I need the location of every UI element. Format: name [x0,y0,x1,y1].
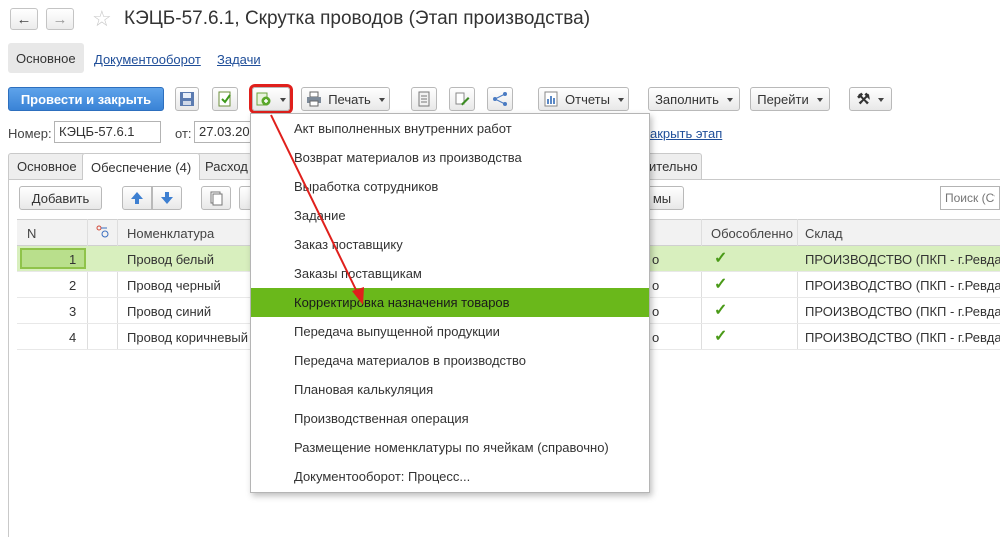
post-and-close-button[interactable]: Провести и закрыть [8,87,164,111]
edit-button[interactable] [449,87,475,111]
menu-item-products-transfer[interactable]: Передача выпущенной продукции [251,317,649,346]
create-based-on-button[interactable] [252,87,290,111]
hierarchy-icon [493,92,507,106]
row-nomenclature: Провод коричневый [127,330,248,345]
post-document-icon [218,91,231,107]
section-docflow[interactable]: Документооборот [94,52,201,67]
print-button[interactable]: Печать [301,87,390,111]
row-nomenclature: Провод черный [127,278,221,293]
checkmark-icon: ✓ [714,276,728,293]
row-number: 4 [69,330,77,345]
menu-item-internal-works-act[interactable]: Акт выполненных внутренних работ [251,114,649,143]
menu-item-production-operation[interactable]: Производственная операция [251,404,649,433]
goto-button[interactable]: Перейти [750,87,830,111]
row-nomenclature: Провод синий [127,304,212,319]
row-number: 3 [69,304,77,319]
menu-item-docflow-process[interactable]: Документооборот: Процесс... [251,462,649,491]
fill-label: Заполнить [655,91,719,107]
save-button[interactable] [175,87,199,111]
arrow-up-icon [131,192,143,204]
checkmark-icon: ✓ [714,302,728,319]
close-stage-link[interactable]: акрыть этап [650,126,722,141]
structure-button[interactable] [411,87,437,111]
copy-button[interactable] [201,186,231,210]
move-down-button[interactable] [152,186,182,210]
tab-main[interactable]: Основное [8,153,86,179]
row-mid: о [652,252,660,267]
fill-button[interactable]: Заполнить [648,87,740,111]
arrow-left-icon: ← [16,10,32,28]
save-icon [180,92,194,106]
menu-item-task[interactable]: Задание [251,201,649,230]
document-list-icon [418,91,430,107]
row-warehouse: ПРОИЗВОДСТВО (ПКП - г.Ревда- [805,278,1000,293]
arrow-right-icon: → [52,10,68,28]
number-label: Номер: [8,126,52,141]
window-title: КЭЦБ-57.6.1, Скрутка проводов (Этап прои… [124,8,591,29]
checkmark-icon: ✓ [714,250,728,267]
menu-item-cell-placement[interactable]: Размещение номенклатуры по ячейкам (спра… [251,433,649,462]
row-number: 2 [69,278,77,293]
date-label: от: [175,126,192,141]
menu-item-planned-costing[interactable]: Плановая калькуляция [251,375,649,404]
number-field[interactable]: КЭЦБ-57.6.1 [54,121,161,143]
create-based-on-icon [256,92,271,106]
star-icon[interactable]: ☆ [92,6,112,32]
row-warehouse: ПРОИЗВОДСТВО (ПКП - г.Ревда- [805,252,1000,267]
reports-button[interactable]: Отчеты [538,87,629,111]
section-tasks[interactable]: Задачи [217,52,261,67]
tab-consumption[interactable]: Расход [196,153,252,179]
tools-icon: ⚒ [856,91,871,108]
menu-item-materials-return[interactable]: Возврат материалов из производства [251,143,649,172]
row-warehouse: ПРОИЗВОДСТВО (ПКП - г.Ревда- [805,304,1000,319]
add-button[interactable]: Добавить [19,186,102,210]
arrow-down-icon [161,192,173,204]
header-nomenclature[interactable]: Номенклатура [127,226,214,241]
header-separate[interactable]: Обособленно [711,226,793,241]
pencil-icon [455,92,470,106]
printer-icon [307,91,322,107]
more-actions-button[interactable]: ⚒ [849,87,892,111]
menu-item-employee-output[interactable]: Выработка сотрудников [251,172,649,201]
header-n[interactable]: N [27,226,36,241]
date-field[interactable]: 27.03.202 [194,121,257,143]
row-mid: о [652,278,660,293]
report-icon [544,91,558,107]
copy-icon [210,191,223,206]
menu-item-materials-transfer[interactable]: Передача материалов в производство [251,346,649,375]
row-number: 1 [69,252,77,267]
related-documents-button[interactable] [487,87,513,111]
menu-item-goods-assignment-correction[interactable]: Корректировка назначения товаров [251,288,649,317]
move-up-button[interactable] [122,186,152,210]
row-mid: о [652,304,660,319]
print-label: Печать [328,91,371,107]
create-based-on-menu: Акт выполненных внутренних работ Возврат… [250,113,650,493]
checkmark-icon: ✓ [714,328,728,345]
row-nomenclature: Провод белый [127,252,214,267]
row-mid: о [652,330,660,345]
row-warehouse: ПРОИЗВОДСТВО (ПКП - г.Ревда- [805,330,1000,345]
reports-label: Отчеты [565,91,610,107]
header-warehouse[interactable]: Склад [805,226,843,241]
menu-item-supplier-orders[interactable]: Заказы поставщикам [251,259,649,288]
forward-button[interactable]: → [46,8,74,30]
section-main[interactable]: Основное [8,43,84,73]
tab-provision[interactable]: Обеспечение (4) [82,153,201,180]
search-input[interactable] [940,186,1000,210]
menu-item-supplier-order[interactable]: Заказ поставщику [251,230,649,259]
goto-label: Перейти [757,91,809,107]
back-button[interactable]: ← [10,8,38,30]
characteristics-icon [95,224,109,241]
post-button[interactable] [212,87,238,111]
